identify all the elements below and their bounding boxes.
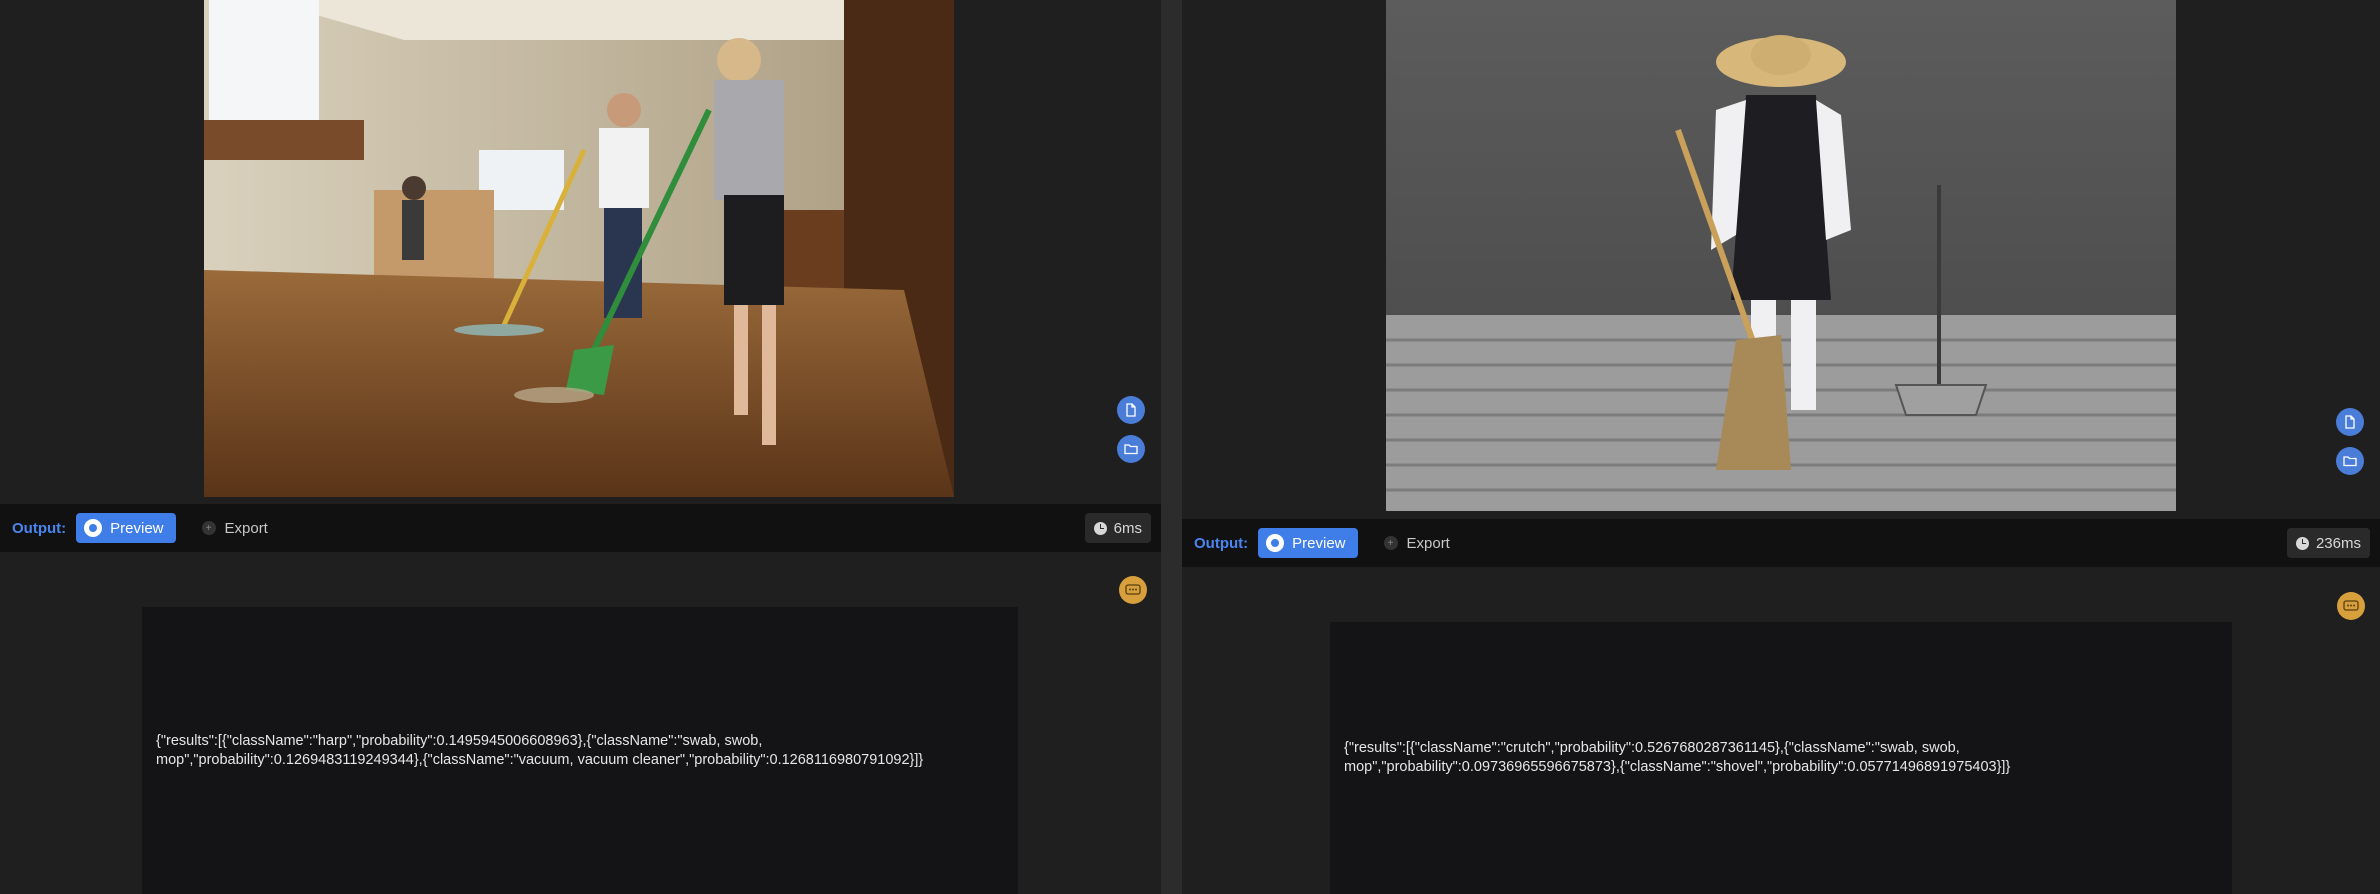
right-panel: Output: Preview + Export 236ms {"results… — [1182, 0, 2380, 894]
output-bar: Output: Preview + Export 236ms — [1182, 519, 2380, 567]
timing-badge: 6ms — [1084, 513, 1151, 543]
preview-label: Preview — [1292, 534, 1346, 552]
preview-label: Preview — [110, 519, 164, 537]
open-folder-button[interactable] — [1117, 435, 1145, 463]
result-json: {"results":[{"className":"crutch","proba… — [1344, 740, 2011, 775]
export-button[interactable]: + Export — [1383, 534, 1450, 552]
clock-icon — [1093, 521, 1107, 535]
open-folder-button[interactable] — [2336, 447, 2364, 475]
input-image — [1386, 0, 2176, 511]
preview-icon — [1266, 534, 1285, 552]
timing-badge: 236ms — [2286, 528, 2370, 558]
export-icon: + — [201, 521, 216, 535]
message-glyph-icon — [2343, 600, 2359, 611]
preview-button[interactable]: Preview — [1258, 528, 1358, 558]
chat-bubble-icon[interactable] — [1119, 576, 1147, 604]
open-file-button[interactable] — [2336, 408, 2364, 436]
result-output: {"results":[{"className":"crutch","proba… — [1330, 622, 2232, 894]
folder-icon — [1124, 444, 1138, 455]
output-label: Output: — [1194, 534, 1249, 552]
timing-value: 6ms — [1113, 519, 1142, 537]
input-image-frame — [1386, 0, 2176, 511]
chat-bubble-icon[interactable] — [2337, 592, 2365, 620]
export-label: Export — [224, 519, 268, 537]
output-label: Output: — [12, 519, 67, 537]
open-file-button[interactable] — [1117, 396, 1145, 424]
export-button[interactable]: + Export — [201, 519, 268, 537]
result-output: {"results":[{"className":"harp","probabi… — [142, 607, 1018, 894]
result-json: {"results":[{"className":"harp","probabi… — [156, 732, 924, 768]
input-image — [204, 0, 954, 497]
preview-button[interactable]: Preview — [76, 513, 176, 543]
timing-value: 236ms — [2315, 534, 2361, 552]
input-image-frame — [204, 0, 954, 497]
export-label: Export — [1406, 534, 1450, 552]
message-glyph-icon — [1125, 584, 1141, 595]
export-icon: + — [1383, 536, 1398, 550]
preview-icon — [84, 519, 103, 537]
clock-icon — [2295, 536, 2309, 550]
file-icon — [2345, 415, 2355, 429]
file-icon — [1126, 403, 1136, 417]
left-panel: Output: Preview + Export 6ms {"results":… — [0, 0, 1161, 894]
folder-icon — [2343, 456, 2357, 467]
output-bar: Output: Preview + Export 6ms — [0, 504, 1161, 552]
panel-divider — [1161, 0, 1182, 894]
